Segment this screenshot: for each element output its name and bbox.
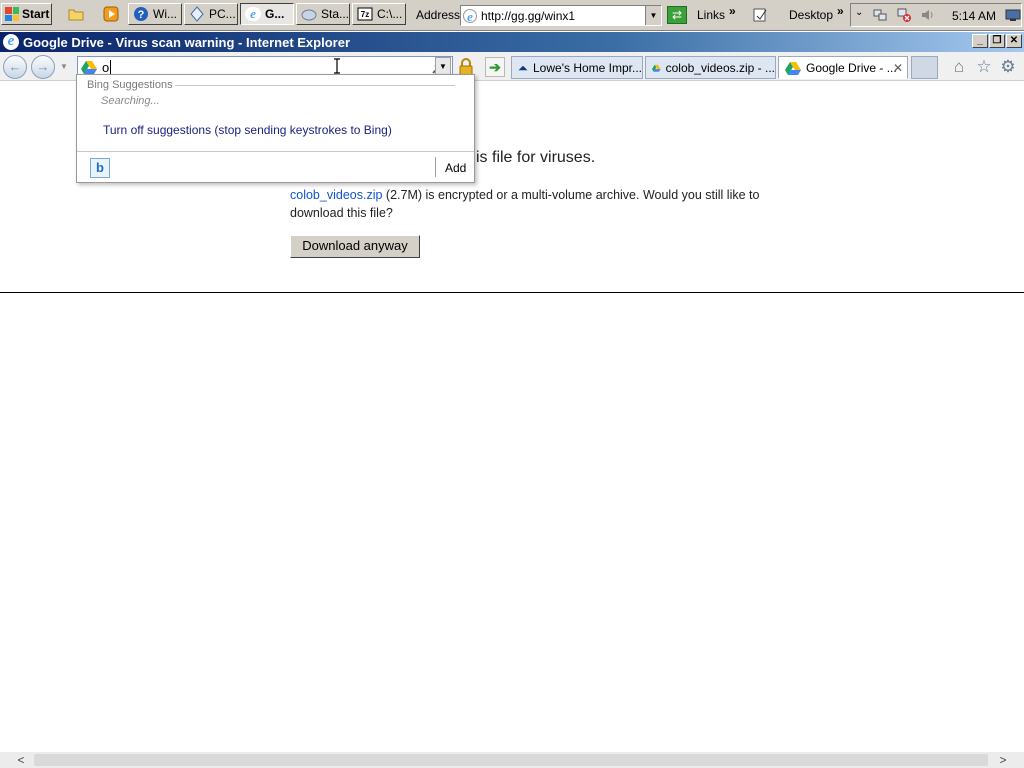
links-label[interactable]: Links <box>697 8 725 22</box>
links-more-chevron[interactable]: » <box>729 4 736 18</box>
task-button-ie[interactable]: e G... <box>240 3 294 25</box>
task-label: G... <box>265 7 285 21</box>
tab-label: Lowe's Home Impr... <box>533 60 642 75</box>
start-label: Start <box>22 7 50 21</box>
file-size: (2.7M) <box>385 188 423 202</box>
ibeam-cursor-icon <box>334 58 340 74</box>
scroll-left-icon[interactable]: < <box>12 752 30 768</box>
clock[interactable]: 5:14 AM <box>952 9 996 23</box>
search-suggestions-dropdown: Bing Suggestions Searching... Turn off s… <box>76 74 475 183</box>
app-icon <box>301 9 317 21</box>
bing-provider-icon[interactable]: b <box>90 158 110 178</box>
task-button-7zip[interactable]: 7z C:\... <box>352 3 406 25</box>
scroll-right-icon[interactable]: > <box>994 752 1012 768</box>
tab-label: Google Drive - ... <box>806 60 897 75</box>
minimize-button[interactable]: _ <box>972 34 988 48</box>
task-label: PC... <box>209 7 236 21</box>
task-label: Sta... <box>321 7 350 21</box>
suggestions-status: Searching... <box>101 95 160 107</box>
tab-colob-videos[interactable]: colob_videos.zip - ... <box>645 56 776 79</box>
favorites-star-icon[interactable]: ☆ <box>975 58 993 76</box>
go-arrow-button[interactable]: ➔ <box>485 57 505 77</box>
folder-icon[interactable] <box>68 6 84 22</box>
task-label: C:\... <box>377 7 403 21</box>
tab-google-drive[interactable]: Google Drive - ... ✕ <box>778 56 908 79</box>
lowes-icon <box>518 65 528 70</box>
window-titlebar[interactable]: e Google Drive - Virus scan warning - In… <box>0 32 1024 52</box>
help-icon: ? <box>134 7 148 21</box>
url-value: o <box>102 59 110 75</box>
forward-button[interactable]: → <box>31 55 55 79</box>
footer-separator <box>435 157 436 177</box>
task-button-wi[interactable]: ? Wi... <box>128 3 182 25</box>
add-provider-button[interactable]: Add <box>445 161 466 175</box>
show-hidden-icons-icon[interactable]: ⌄ <box>855 7 869 21</box>
desktop-label[interactable]: Desktop <box>789 8 833 22</box>
pc-icon <box>190 6 204 22</box>
download-anyway-button[interactable]: Download anyway <box>290 235 420 258</box>
svg-text:7z: 7z <box>361 10 369 19</box>
notepad-icon[interactable] <box>752 7 768 23</box>
task-button-sta[interactable]: Sta... <box>296 3 350 25</box>
restore-button[interactable]: ❐ <box>989 34 1005 48</box>
new-tab-button[interactable] <box>911 56 938 79</box>
taskbar: Start ? Wi... PC... e G... Sta... 7z C:\… <box>0 0 1024 31</box>
back-button[interactable]: ← <box>3 55 27 79</box>
address-bar[interactable]: e http://gg.gg/winx1 ▼ <box>460 5 662 26</box>
scrollbar-thumb[interactable] <box>34 754 988 766</box>
file-link[interactable]: colob_videos.zip <box>290 188 382 202</box>
address-dropdown-button[interactable]: ▼ <box>645 6 661 25</box>
google-drive-icon <box>785 61 801 75</box>
volume-icon[interactable] <box>921 8 935 22</box>
ie-logo-icon: e <box>3 34 19 50</box>
suggestions-footer-divider <box>77 151 474 152</box>
google-drive-icon <box>81 61 97 74</box>
system-tray: ⌄ 5:14 AM <box>850 3 1022 27</box>
turn-off-suggestions-link[interactable]: Turn off suggestions (stop sending keyst… <box>103 123 392 137</box>
horizontal-scrollbar[interactable]: < > <box>0 752 1024 768</box>
ie-page-icon: e <box>463 8 477 23</box>
text-caret <box>110 60 112 74</box>
suggestions-header-rule <box>175 85 455 86</box>
warning-message: colob_videos.zip (2.7M) is encrypted or … <box>290 186 760 222</box>
google-drive-icon <box>652 64 661 72</box>
divider <box>0 292 1024 293</box>
show-desktop-icon[interactable] <box>1005 8 1021 22</box>
close-window-button[interactable]: ✕ <box>1006 34 1022 48</box>
7zip-icon: 7z <box>357 7 373 21</box>
go-button[interactable]: ⇄ <box>667 6 687 24</box>
window-title: Google Drive - Virus scan warning - Inte… <box>23 34 351 50</box>
task-label: Wi... <box>153 7 177 21</box>
address-label: Address <box>416 8 461 22</box>
home-icon[interactable]: ⌂ <box>950 58 968 76</box>
close-tab-icon[interactable]: ✕ <box>893 61 903 75</box>
suggestions-header: Bing Suggestions <box>87 79 173 91</box>
history-dropdown-icon[interactable]: ▼ <box>60 62 68 71</box>
tab-lowes[interactable]: Lowe's Home Impr... <box>511 56 643 79</box>
task-button-pc[interactable]: PC... <box>184 3 238 25</box>
desktop-more-chevron[interactable]: » <box>837 4 844 18</box>
network-error-icon[interactable] <box>897 8 911 22</box>
svg-text:?: ? <box>138 9 145 21</box>
tab-label: colob_videos.zip - ... <box>665 60 775 75</box>
start-button[interactable]: Start <box>1 3 52 25</box>
network-icon[interactable] <box>873 8 887 22</box>
ie-icon: e <box>245 7 261 21</box>
page-heading: is file for viruses. <box>476 149 596 166</box>
address-value: http://gg.gg/winx1 <box>481 8 576 23</box>
windows-logo-icon <box>5 7 19 21</box>
media-player-icon[interactable] <box>103 6 119 22</box>
gear-icon[interactable]: ⚙ <box>999 58 1017 76</box>
